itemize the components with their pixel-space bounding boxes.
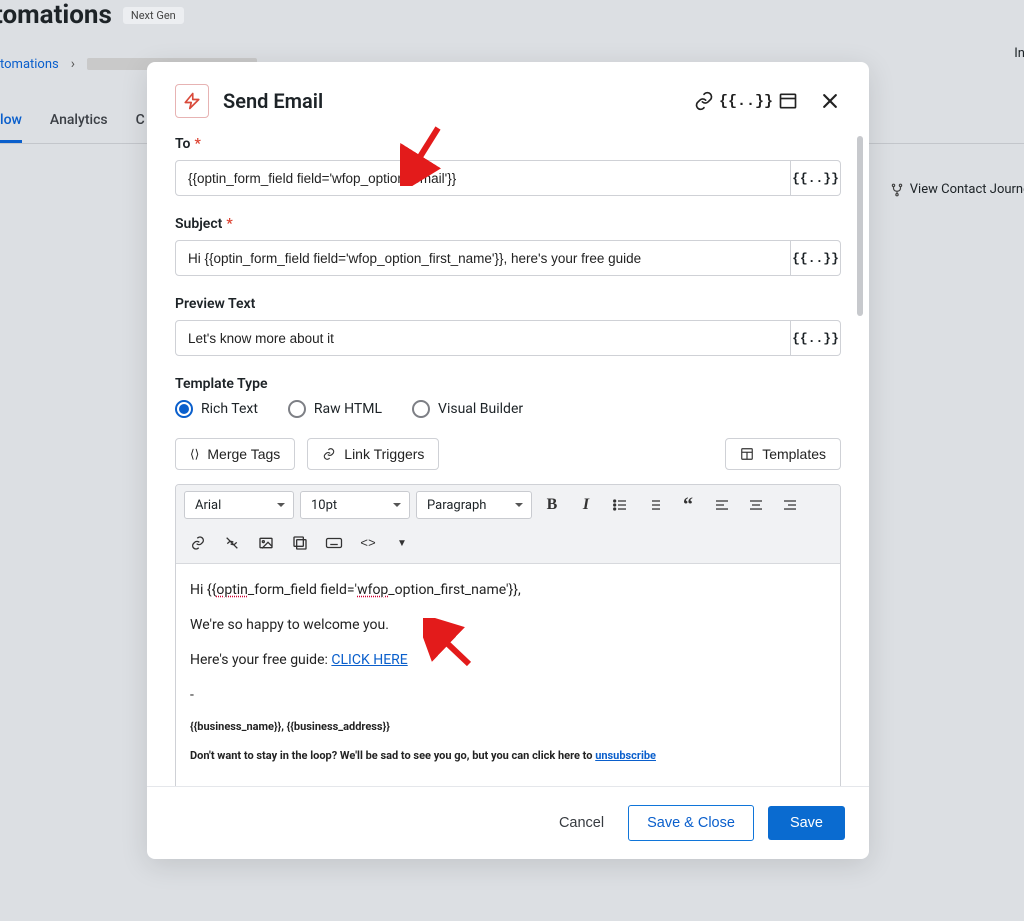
chevron-right-icon: › <box>71 56 75 72</box>
numbered-list-button[interactable] <box>640 491 668 519</box>
radio-rich-text-label: Rich Text <box>201 401 258 417</box>
insert-image-button[interactable] <box>252 529 280 557</box>
merge-tags-label: Merge Tags <box>207 446 280 462</box>
link-triggers-button[interactable]: Link Triggers <box>307 438 439 470</box>
editor-footer-2: Don't want to stay in the loop? We'll be… <box>190 749 826 764</box>
insert-media-button[interactable] <box>286 529 314 557</box>
merge-tag-icon[interactable]: {{..}} <box>735 90 757 112</box>
insert-link-button[interactable] <box>184 529 212 557</box>
close-icon[interactable] <box>819 90 841 112</box>
status-text: Ina <box>1014 46 1024 61</box>
modal-title: Send Email <box>223 89 679 113</box>
editor-line-1: Hi {{optin_form_field field='wfop_option… <box>190 580 826 601</box>
layout-icon <box>740 447 754 461</box>
tab-other[interactable]: C <box>136 112 145 143</box>
radio-rich-text[interactable]: Rich Text <box>175 400 258 418</box>
link-triggers-label: Link Triggers <box>344 446 424 462</box>
font-family-select[interactable]: Arial <box>184 491 294 519</box>
save-button[interactable]: Save <box>768 806 845 840</box>
view-contact-journey-link[interactable]: View Contact Journe <box>890 182 1024 197</box>
scrollbar[interactable] <box>857 136 863 316</box>
to-merge-tag-button[interactable]: {{..}} <box>791 160 841 196</box>
field-preview-text: Preview Text {{..}} <box>175 296 841 356</box>
code-view-button[interactable]: <> <box>354 529 382 557</box>
radio-raw-html-label: Raw HTML <box>314 401 382 417</box>
to-label: To* <box>175 136 841 152</box>
view-contact-journey-label: View Contact Journe <box>910 182 1024 197</box>
radio-raw-html[interactable]: Raw HTML <box>288 400 382 418</box>
badge-next-gen: Next Gen <box>122 6 185 25</box>
keyboard-shortcuts-button[interactable] <box>320 529 348 557</box>
template-type-label: Template Type <box>175 376 841 392</box>
subject-input[interactable] <box>175 240 791 276</box>
save-and-close-button[interactable]: Save & Close <box>628 805 754 841</box>
editor-toolbar: Arial 10pt Paragraph B I “ <box>176 485 840 564</box>
merge-tag-glyph-icon: ⟨⟩ <box>190 447 199 462</box>
subject-label: Subject* <box>175 216 841 232</box>
rich-text-editor: Arial 10pt Paragraph B I “ <box>175 484 841 786</box>
field-to: To* {{..}} <box>175 136 841 196</box>
align-center-button[interactable] <box>742 491 770 519</box>
preview-merge-tag-button[interactable]: {{..}} <box>791 320 841 356</box>
breadcrumb-automations[interactable]: tomations <box>0 57 59 72</box>
unlink-button[interactable] <box>218 529 246 557</box>
unsubscribe-link[interactable]: unsubscribe <box>595 749 656 762</box>
editor-footer-1: {{business_name}}, {{business_address}} <box>190 720 826 735</box>
click-here-link[interactable]: CLICK HERE <box>331 652 407 668</box>
radio-visual-builder[interactable]: Visual Builder <box>412 400 523 418</box>
bold-button[interactable]: B <box>538 491 566 519</box>
field-subject: Subject* {{..}} <box>175 216 841 276</box>
editor-body[interactable]: Hi {{optin_form_field field='wfop_option… <box>176 564 840 786</box>
subject-merge-tag-button[interactable]: {{..}} <box>791 240 841 276</box>
block-format-select[interactable]: Paragraph <box>416 491 532 519</box>
editor-line-2: We're so happy to welcome you. <box>190 615 826 636</box>
templates-label: Templates <box>762 446 826 462</box>
tab-analytics[interactable]: Analytics <box>50 112 108 143</box>
align-right-button[interactable] <box>776 491 804 519</box>
tab-flow[interactable]: low <box>0 112 22 143</box>
to-input[interactable] <box>175 160 791 196</box>
modal-header: Send Email {{..}} <box>175 84 841 118</box>
preview-text-input[interactable] <box>175 320 791 356</box>
font-size-select[interactable]: 10pt <box>300 491 410 519</box>
editor-line-4: - <box>190 685 826 706</box>
send-email-modal: Send Email {{..}} <box>147 62 869 859</box>
more-toolbar-button[interactable]: ▼ <box>388 529 416 557</box>
page-title: tomations <box>0 0 112 30</box>
branch-icon <box>890 183 904 197</box>
bullet-list-button[interactable] <box>606 491 634 519</box>
link-icon[interactable] <box>693 90 715 112</box>
preview-icon[interactable] <box>777 90 799 112</box>
editor-line-3: Here's your free guide: CLICK HERE <box>190 650 826 671</box>
blockquote-button[interactable]: “ <box>674 491 702 519</box>
modal-footer: Cancel Save & Close Save <box>147 786 869 859</box>
merge-tags-button[interactable]: ⟨⟩ Merge Tags <box>175 438 295 470</box>
templates-button[interactable]: Templates <box>725 438 841 470</box>
lightning-icon <box>175 84 209 118</box>
preview-text-label: Preview Text <box>175 296 841 312</box>
link-small-icon <box>322 447 336 461</box>
italic-button[interactable]: I <box>572 491 600 519</box>
radio-visual-builder-label: Visual Builder <box>438 401 523 417</box>
align-left-button[interactable] <box>708 491 736 519</box>
field-template-type: Template Type Rich Text Raw HTML Visual … <box>175 376 841 418</box>
cancel-button[interactable]: Cancel <box>549 807 614 839</box>
